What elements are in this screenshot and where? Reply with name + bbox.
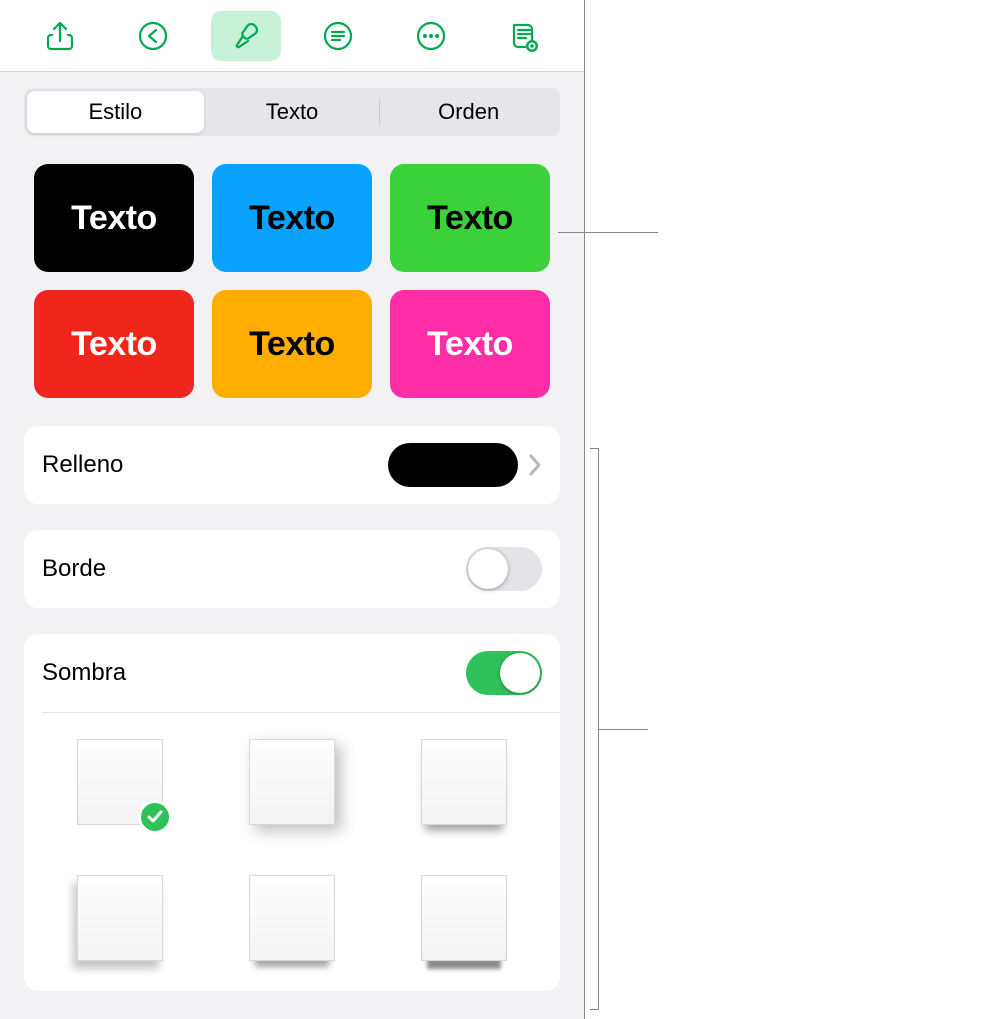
tab-text[interactable]: Texto (204, 91, 381, 133)
fill-swatch (388, 443, 518, 487)
preset-swatch-4[interactable]: Texto (212, 290, 372, 398)
comments-button[interactable] (303, 11, 373, 61)
format-panel: Estilo Texto Orden TextoTextoTextoTextoT… (0, 0, 585, 1019)
shadow-toggle[interactable] (466, 651, 542, 695)
tab-style[interactable]: Estilo (27, 91, 204, 133)
shadow-option-3[interactable] (77, 875, 163, 961)
border-toggle[interactable] (466, 547, 542, 591)
shadow-label: Sombra (42, 659, 466, 687)
more-button[interactable] (396, 11, 466, 61)
preset-swatch-1[interactable]: Texto (212, 164, 372, 272)
undo-icon (136, 19, 170, 53)
format-button[interactable] (211, 11, 281, 61)
panel-body: Estilo Texto Orden TextoTextoTextoTextoT… (0, 72, 584, 1019)
share-button[interactable] (25, 11, 95, 61)
shadow-row: Sombra (24, 634, 560, 712)
shadow-option-4[interactable] (249, 875, 335, 961)
tab-order[interactable]: Orden (380, 91, 557, 133)
share-icon (43, 19, 77, 53)
list-icon (321, 19, 355, 53)
shadow-row-card: Sombra (24, 634, 560, 991)
callout-tick (590, 1009, 598, 1010)
preset-swatch-5[interactable]: Texto (390, 290, 550, 398)
format-brush-icon (229, 19, 263, 53)
chevron-right-icon (528, 453, 542, 477)
shadow-options (24, 713, 560, 991)
border-row: Borde (24, 530, 560, 608)
read-mode-icon (507, 19, 541, 53)
fill-row-card: Relleno (24, 426, 560, 504)
callout-line (558, 232, 658, 233)
toolbar (0, 0, 584, 72)
border-row-card: Borde (24, 530, 560, 608)
check-icon (138, 800, 172, 834)
border-label: Borde (42, 555, 466, 583)
style-presets: TextoTextoTextoTextoTextoTexto (0, 136, 584, 426)
fill-row[interactable]: Relleno (24, 426, 560, 504)
undo-button[interactable] (118, 11, 188, 61)
shadow-option-5[interactable] (421, 875, 507, 961)
callout-tick (590, 448, 598, 449)
callout-line (598, 729, 648, 730)
preset-swatch-2[interactable]: Texto (390, 164, 550, 272)
shadow-option-1[interactable] (249, 739, 335, 825)
shadow-option-2[interactable] (421, 739, 507, 825)
fill-label: Relleno (42, 451, 388, 479)
read-mode-button[interactable] (489, 11, 559, 61)
shadow-option-0[interactable] (77, 739, 163, 825)
preset-swatch-0[interactable]: Texto (34, 164, 194, 272)
preset-swatch-3[interactable]: Texto (34, 290, 194, 398)
more-icon (414, 19, 448, 53)
segmented-control: Estilo Texto Orden (24, 88, 560, 136)
